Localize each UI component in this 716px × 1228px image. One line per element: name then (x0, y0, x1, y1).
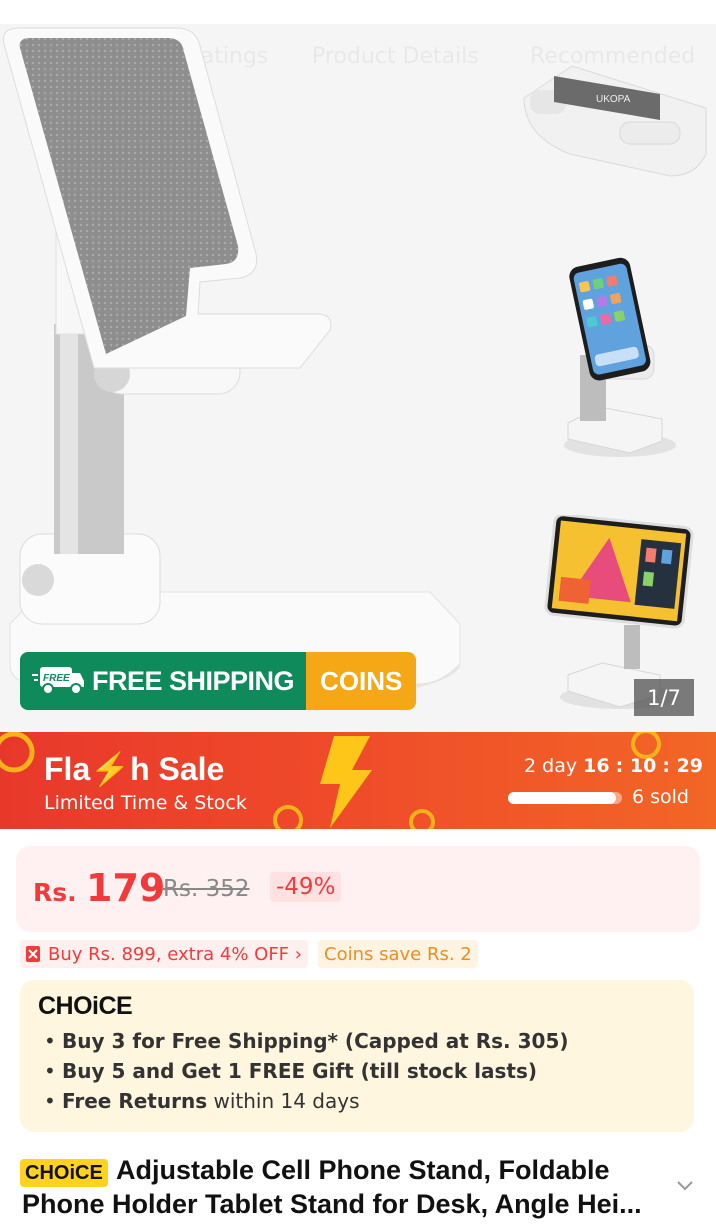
sold-progress-bar (508, 792, 622, 804)
discount-badge: -49% (270, 872, 342, 902)
flash-sale-subtitle: Limited Time & Stock (44, 792, 247, 814)
bundle-promo-text: Buy Rs. 899, extra 4% OFF › (48, 943, 302, 965)
free-shipping-label: FREE SHIPPING (92, 665, 295, 696)
current-price: 179 (86, 866, 166, 910)
free-tag-text: FREE (43, 673, 70, 684)
countdown-hours: 16 (583, 755, 610, 777)
free-shipping-banner: FREE FREE SHIPPING COINS (20, 652, 417, 710)
product-gallery[interactable]: Ratings Product Details Recommended UKOP… (0, 0, 716, 732)
coins-save-badge: Coins save Rs. 2 (318, 940, 478, 968)
countdown-timer: 2 day 16 : 10 : 29 (524, 755, 704, 777)
choice-badge: CHOiCE (20, 1159, 108, 1187)
voucher-icon (26, 946, 40, 962)
thumbnail-phone-on-stand[interactable] (510, 255, 716, 465)
countdown-minutes: 10 (629, 755, 657, 777)
bundle-promo-link[interactable]: Buy Rs. 899, extra 4% OFF › (20, 940, 308, 968)
original-price: Rs. 352 (163, 876, 250, 902)
thumbnail-stand-folded[interactable]: UKOPA (510, 36, 716, 186)
choice-logo: CHOiCE (38, 992, 133, 1020)
countdown-seconds: 29 (676, 755, 704, 777)
chevron-down-icon[interactable] (676, 1180, 694, 1192)
status-strip (0, 0, 716, 24)
choice-benefit-gift: • Buy 5 and Get 1 FREE Gift (till stock l… (44, 1059, 538, 1083)
sold-progress-fill (508, 792, 617, 804)
flash-sale-title: Fla⚡h Sale (44, 751, 225, 787)
choice-benefit-returns: • Free Returns within 14 days (44, 1089, 360, 1113)
choice-benefit-shipping: • Buy 3 for Free Shipping* (Capped at Rs.… (44, 1029, 569, 1053)
price-currency: Rs. (33, 878, 77, 907)
product-title-line1: Adjustable Cell Phone Stand, Foldable (116, 1155, 610, 1185)
phone-stand-image (2, 27, 461, 704)
countdown-days: 2 day (524, 755, 578, 777)
delivery-truck-icon: FREE (32, 667, 84, 695)
coins-label: COINS (306, 652, 417, 710)
product-title-line2: Phone Holder Tablet Stand for Desk, Angl… (22, 1189, 642, 1219)
thumbnail-brand-text: UKOPA (596, 94, 631, 105)
image-counter: 1/7 (634, 679, 694, 716)
sold-count: 6 sold (632, 786, 689, 808)
